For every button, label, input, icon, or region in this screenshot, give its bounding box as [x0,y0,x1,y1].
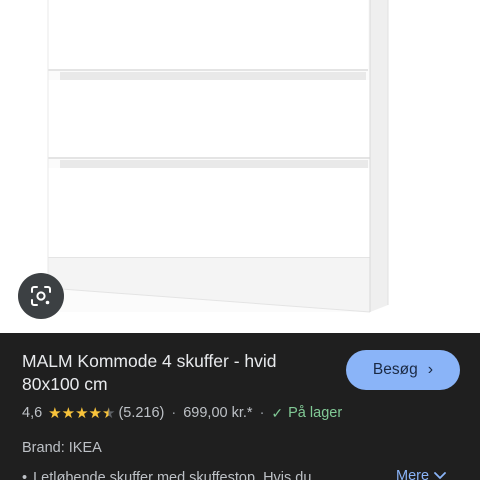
review-count[interactable]: (5.216) [118,405,164,421]
bullet: • [22,470,28,480]
check-icon: ✓ [271,404,284,421]
star-icon: ★ [48,404,62,422]
product-image[interactable] [0,0,480,333]
visit-button-label: Besøg [372,361,418,378]
description-text: Letløbende skuffer med skuffestop. Hvis … [33,470,312,480]
product-title[interactable]: MALM Kommode 4 skuffer - hvid 80x100 cm [22,350,332,396]
chevron-down-icon [434,472,446,479]
more-button[interactable]: Mere [396,468,446,480]
star-icon: ★ [75,404,89,422]
brand-label: Brand: IKEA [22,440,102,456]
google-lens-icon [31,286,51,306]
rating-value: 4,6 [22,405,43,421]
dresser-illustration [47,0,480,333]
price: 699,00 kr.* [183,405,253,421]
star-icon: ★ [61,404,76,422]
stock-status: På lager [288,405,343,421]
rating-stars: ★ ★ ★ ★ ★ [48,406,115,421]
separator-dot: · [259,405,265,421]
google-lens-button[interactable] [18,273,64,319]
product-info-panel: MALM Kommode 4 skuffer - hvid 80x100 cm … [0,333,480,480]
product-description: • Letløbende skuffer med skuffestop. Hvis… [22,470,377,480]
separator-dot: · [171,405,177,421]
star-half-icon: ★ [101,404,116,422]
visit-button[interactable]: Besøg › [346,350,460,390]
chevron-right-icon: › [427,361,434,378]
rating-price-row: 4,6 ★ ★ ★ ★ ★ (5.216) · 699,00 kr.* · ✓ … [22,403,342,423]
more-label: Mere [396,468,430,480]
star-icon: ★ [88,404,102,422]
